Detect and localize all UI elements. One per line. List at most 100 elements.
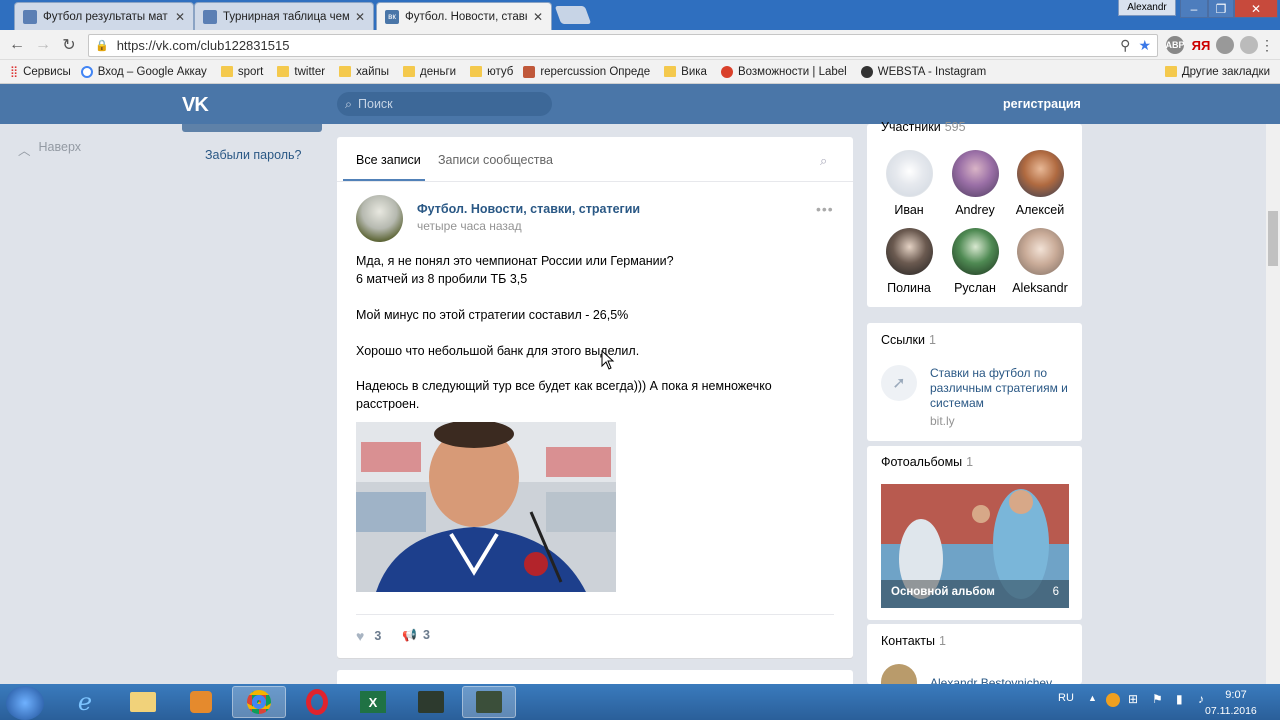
language-indicator[interactable]: RU (1058, 692, 1074, 704)
member-item[interactable]: Иван (879, 150, 939, 217)
folder-icon (403, 66, 415, 77)
extension-icon[interactable] (1216, 36, 1234, 54)
avatar[interactable] (881, 664, 917, 684)
login-button[interactable] (182, 124, 322, 132)
tray-app-icon[interactable] (1106, 693, 1120, 707)
bookmark-websta[interactable]: WEBSTA - Instagram (860, 65, 986, 78)
reload-icon[interactable]: ↻ (58, 35, 80, 55)
excel-icon[interactable]: X (346, 686, 400, 718)
bookmark-folder[interactable]: Вика (664, 66, 707, 78)
post-time[interactable]: четыре часа назад (417, 219, 522, 233)
link-title[interactable]: Ставки на футбол по различным стратегиям… (930, 366, 1070, 411)
minimize-button[interactable]: – (1180, 0, 1208, 18)
albums-header[interactable]: Фотоальбомы 1 (881, 455, 973, 469)
more-icon[interactable]: ••• (816, 201, 834, 217)
contacts-card: Контакты 1 Alexandr Bestovnichev (867, 624, 1082, 684)
bookmark-apps[interactable]: ⣿ Сервисы (10, 65, 71, 79)
tab-community-posts[interactable]: Записи сообщества (438, 153, 553, 167)
volume-icon[interactable]: ♪ (1198, 692, 1204, 706)
menu-icon[interactable]: ⋮ (1256, 35, 1278, 55)
bookmark-folder[interactable]: хайпы (339, 66, 389, 78)
tab-all-posts[interactable]: Все записи (356, 153, 421, 167)
register-link[interactable]: регистрация (1003, 97, 1081, 111)
maximize-button[interactable]: ❐ (1208, 0, 1234, 18)
post-text-line: 6 матчей из 8 пробили ТБ 3,5 (356, 272, 528, 286)
contacts-header[interactable]: Контакты 1 (881, 634, 946, 648)
search-icon[interactable]: ⌕ (820, 153, 827, 169)
member-item[interactable]: Полина (879, 228, 939, 295)
post-text-line: Мой минус по этой стратегии составил - 2… (356, 308, 629, 322)
member-item[interactable]: Алексей (1010, 150, 1070, 217)
tray-icon[interactable]: ⊞ (1128, 692, 1138, 706)
post-photo[interactable] (356, 422, 616, 592)
bookmark-folder[interactable]: sport (220, 66, 263, 78)
avatar[interactable] (356, 195, 403, 242)
profile-badge[interactable]: Alexandr (1118, 0, 1176, 16)
bookmark-folder[interactable]: ютуб (470, 66, 513, 78)
members-card: Участники 595 Иван Andrey Алексей Полина … (867, 120, 1082, 307)
yandex-icon[interactable]: ЯЯ (1192, 36, 1211, 54)
bookmark-label[interactable]: Возможности | Label (720, 65, 847, 78)
folder-icon (470, 66, 483, 77)
flag-icon[interactable]: ⚑ (1152, 692, 1163, 706)
browser-tab[interactable]: Турнирная таблица чем ✕ (194, 2, 374, 30)
links-header[interactable]: Ссылки 1 (881, 333, 936, 347)
windows-start-icon[interactable] (6, 686, 44, 720)
contact-name[interactable]: Alexandr Bestovnichev (930, 676, 1052, 684)
app-icon[interactable] (404, 686, 458, 718)
link-arrow-icon: ➚ (881, 365, 917, 401)
back-arrow-icon[interactable]: ← (6, 35, 28, 55)
media-player-icon[interactable] (174, 686, 228, 718)
clock-date[interactable]: 07.11.2016 (1205, 705, 1257, 717)
key-icon[interactable]: ⚲ (1120, 37, 1130, 54)
close-window-button[interactable]: ✕ (1234, 0, 1278, 18)
heart-icon: ♥ (356, 628, 365, 644)
members-header[interactable]: Участники 595 (881, 120, 966, 134)
tray-arrow-icon[interactable]: ▲ (1088, 693, 1097, 703)
megaphone-icon: 📢 (402, 628, 417, 642)
member-item[interactable]: Aleksandr (1010, 228, 1070, 295)
bookmark-folder[interactable]: деньги (403, 66, 456, 78)
abp-icon[interactable]: ABP (1166, 36, 1185, 54)
app-recording-icon[interactable] (462, 686, 516, 718)
ie-icon[interactable]: e (58, 686, 112, 718)
scrollbar[interactable] (1266, 124, 1280, 684)
chrome-icon[interactable] (232, 686, 286, 718)
other-bookmarks[interactable]: Другие закладки (1164, 66, 1270, 78)
browser-tab[interactable]: Футбол результаты мат ✕ (14, 2, 194, 30)
avatar (885, 150, 933, 197)
bookmark-star-icon[interactable]: ★ (1138, 37, 1151, 54)
shield-icon (523, 65, 536, 78)
new-tab-button[interactable] (554, 6, 592, 24)
forgot-password-link[interactable]: Забыли пароль? (205, 148, 302, 162)
bookmark-repercussion[interactable]: repercussion Опреде (523, 65, 650, 78)
albums-card: Фотоальбомы 1 Основной альбом 6 (867, 446, 1082, 620)
close-icon[interactable]: ✕ (175, 10, 185, 24)
forward-arrow-icon[interactable]: → (32, 35, 54, 55)
scrollbar-thumb[interactable] (1268, 211, 1278, 266)
search-icon: ⌕ (345, 96, 353, 111)
like-button[interactable]: ♥ 3 (356, 628, 381, 644)
network-icon[interactable]: ▮ (1176, 692, 1183, 706)
bookmark-google[interactable]: Вход – Google Аккау (80, 65, 207, 78)
close-icon[interactable]: ✕ (533, 10, 543, 24)
member-item[interactable]: Andrey (945, 150, 1005, 217)
browser-tab-active[interactable]: вк Футбол. Новости, ставк ✕ (376, 2, 552, 30)
close-icon[interactable]: ✕ (355, 10, 365, 24)
address-bar[interactable]: 🔒 https://vk.com/club122831515 ⚲ ★ (88, 34, 1158, 57)
opera-icon[interactable] (290, 686, 344, 718)
chevron-up-icon: ︿ (18, 144, 31, 158)
share-button[interactable]: 📢 3 (402, 628, 430, 642)
scroll-up-link[interactable]: ︿ Наверх (18, 140, 81, 159)
clock-time[interactable]: 9:07 (1220, 689, 1252, 701)
folder-icon (277, 66, 290, 77)
search-input[interactable]: ⌕ Поиск (337, 92, 552, 116)
bookmark-folder[interactable]: twitter (277, 66, 325, 78)
folder-icon (339, 66, 352, 77)
explorer-icon[interactable] (116, 686, 170, 718)
post-text-line: Хорошо что небольшой банк для этого выде… (356, 344, 640, 358)
member-item[interactable]: Руслан (945, 228, 1005, 295)
album-cover[interactable]: Основной альбом 6 (881, 484, 1069, 608)
vk-logo[interactable]: VK (182, 94, 209, 117)
post-author[interactable]: Футбол. Новости, ставки, стратегии (417, 202, 640, 216)
